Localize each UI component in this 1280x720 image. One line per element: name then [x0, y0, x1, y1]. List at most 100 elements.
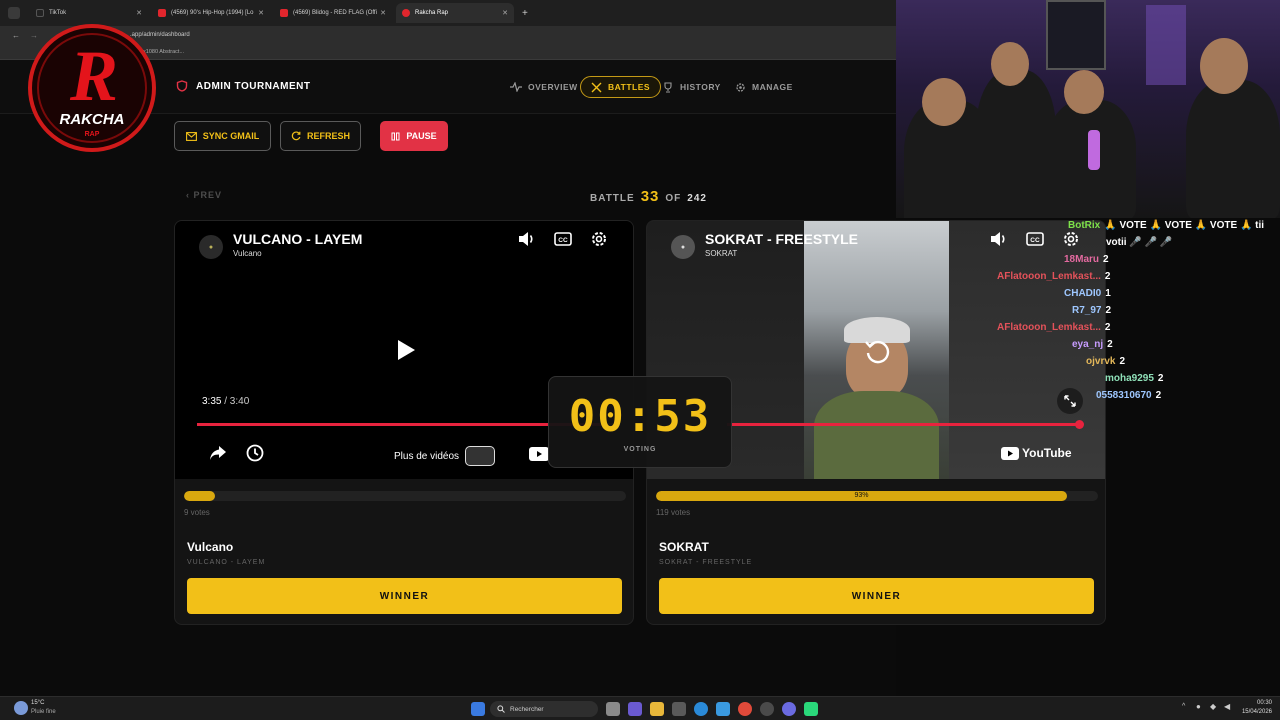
logo-sub: RAP	[85, 131, 100, 138]
task-view-icon[interactable]	[606, 702, 620, 716]
wall-frame	[1046, 0, 1106, 70]
clock-date[interactable]: 15/04/2026	[1234, 709, 1272, 715]
captions-icon[interactable]: CC	[553, 229, 573, 249]
chat-message: CHADI0 1	[1064, 288, 1111, 299]
winner-button-left[interactable]: WINNER	[187, 578, 622, 614]
discord-icon[interactable]	[782, 702, 796, 716]
taskbar-search[interactable]: Rechercher	[490, 701, 598, 717]
volume-icon[interactable]	[517, 229, 537, 249]
teams-icon[interactable]	[628, 702, 642, 716]
logo-text: RAKCHA	[60, 111, 125, 128]
app-icon[interactable]	[760, 702, 774, 716]
channel-name[interactable]: SOKRAT	[705, 249, 737, 258]
settings-gear-icon[interactable]	[589, 229, 609, 249]
seek-handle[interactable]	[1075, 420, 1084, 429]
webcam-feed	[896, 0, 1280, 218]
chat-overlay: BotRix 🙏 VOTE 🙏 VOTE 🙏 VOTE 🙏 tii votii 🎤…	[960, 218, 1280, 418]
file-explorer-icon[interactable]	[650, 702, 664, 716]
admin-title-text: ADMIN TOURNAMENT	[196, 80, 311, 92]
pause-icon	[391, 132, 400, 140]
tiktok-icon	[36, 9, 44, 17]
channel-avatar[interactable]: ●	[199, 235, 223, 259]
vote-count-left: 9 votes	[184, 508, 210, 517]
tab-list-button[interactable]	[8, 7, 20, 19]
chat-message: 0558310670 2	[1096, 390, 1162, 401]
store-icon[interactable]	[672, 702, 686, 716]
tab-youtube-hiphop[interactable]: (4569) 90's Hip-Hop (1994) [Lo ✕	[152, 3, 270, 23]
refresh-button[interactable]: REFRESH	[280, 121, 361, 151]
voting-timer: 00:53 VOTING	[548, 376, 732, 468]
chrome-icon[interactable]	[738, 702, 752, 716]
logo-letter: R	[69, 36, 118, 116]
video-shirt	[814, 391, 939, 479]
channel-name[interactable]: Vulcano	[233, 249, 262, 258]
mail-icon	[185, 131, 197, 141]
app-icon[interactable]	[716, 702, 730, 716]
play-icon[interactable]	[396, 339, 416, 366]
more-videos-button[interactable]: Plus de vidéos	[394, 446, 496, 466]
artist-name-right: SOKRAT	[659, 540, 709, 554]
close-icon[interactable]: ✕	[502, 9, 508, 17]
battle-counter: BATTLE 33 OF 242	[590, 188, 707, 205]
network-icon[interactable]: ◆	[1210, 702, 1216, 711]
weather-icon[interactable]	[14, 701, 28, 715]
video-title[interactable]: VULCANO - LAYEM	[233, 231, 362, 247]
watch-later-icon[interactable]	[245, 443, 265, 463]
new-tab-button[interactable]: +	[522, 8, 528, 19]
chat-message: eya_nj 2	[1072, 339, 1113, 350]
weather-desc: Pluie fine	[31, 709, 56, 715]
nav-history[interactable]: HISTORY	[662, 76, 721, 98]
replay-icon[interactable]	[863, 337, 891, 370]
chat-message: R7_97 2	[1072, 305, 1112, 316]
track-name-left: VULCANO - LAYEM	[187, 559, 266, 566]
clock-time[interactable]: 00:30	[1240, 700, 1272, 706]
chat-message: AFlatooon_Lemkast... 2	[997, 271, 1111, 282]
youtube-logo-icon[interactable]	[529, 447, 549, 461]
weather-temp: 15°C	[31, 700, 45, 706]
shield-icon	[176, 80, 188, 92]
youtube-logo-icon	[1001, 446, 1019, 460]
close-icon[interactable]: ✕	[258, 9, 264, 17]
vote-count-right: 119 votes	[656, 508, 691, 517]
more-videos-thumbnail-icon	[465, 446, 496, 466]
person-4	[1186, 80, 1280, 218]
activity-icon	[510, 82, 522, 92]
share-icon[interactable]	[208, 443, 228, 463]
nav-overview[interactable]: OVERVIEW	[510, 76, 578, 98]
channel-avatar[interactable]: ●	[671, 235, 695, 259]
tab-tiktok[interactable]: TikTok ✕	[30, 3, 148, 23]
nav-battles[interactable]: BATTLES	[580, 76, 662, 98]
tray-chevron-icon[interactable]: ^	[1182, 703, 1185, 710]
windows-start-icon[interactable]	[471, 702, 485, 716]
battle-total: 242	[687, 193, 707, 204]
microphone-icon[interactable]: ●	[1196, 702, 1201, 711]
volume-tray-icon[interactable]: ◀	[1224, 702, 1230, 711]
pause-button[interactable]: PAUSE	[380, 121, 448, 151]
sync-gmail-button[interactable]: SYNC GMAIL	[174, 121, 271, 151]
prev-button[interactable]: ‹ PREV	[186, 190, 222, 200]
nav-manage[interactable]: MANAGE	[735, 76, 793, 98]
tab-youtube-blidog[interactable]: (4569) Blidog - RED FLAG (Offi ✕	[274, 3, 392, 23]
close-icon[interactable]: ✕	[136, 9, 142, 17]
admin-title: ADMIN TOURNAMENT	[176, 80, 310, 92]
vote-fill-right: 93%	[656, 491, 1068, 501]
battle-current: 33	[640, 188, 660, 205]
seek-progress	[197, 423, 604, 426]
chat-message: AFlatooon_Lemkast... 2	[997, 322, 1111, 333]
back-icon[interactable]: ←	[12, 31, 20, 40]
wall-light	[1146, 5, 1186, 85]
close-icon[interactable]: ✕	[380, 9, 386, 17]
tab-rakcha-rap[interactable]: Rakcha Rap ✕	[396, 3, 514, 23]
person-3-head	[1064, 70, 1104, 114]
seek-bar[interactable]	[727, 423, 1079, 426]
edge-icon[interactable]	[694, 702, 708, 716]
video-title[interactable]: SOKRAT - FREESTYLE	[705, 231, 858, 247]
youtube-watermark[interactable]: YouTube	[1001, 446, 1072, 460]
trophy-icon	[664, 81, 672, 93]
winner-button-right[interactable]: WINNER	[659, 578, 1094, 614]
video-time: 3:35 / 3:40	[202, 396, 250, 407]
app-icon[interactable]	[804, 702, 818, 716]
youtube-icon	[280, 9, 288, 17]
windows-taskbar: 15°C Pluie fine Rechercher ^ ● ◆ ◀ 00:30…	[0, 696, 1280, 720]
chat-message: ojvrvk 2	[1086, 356, 1126, 367]
